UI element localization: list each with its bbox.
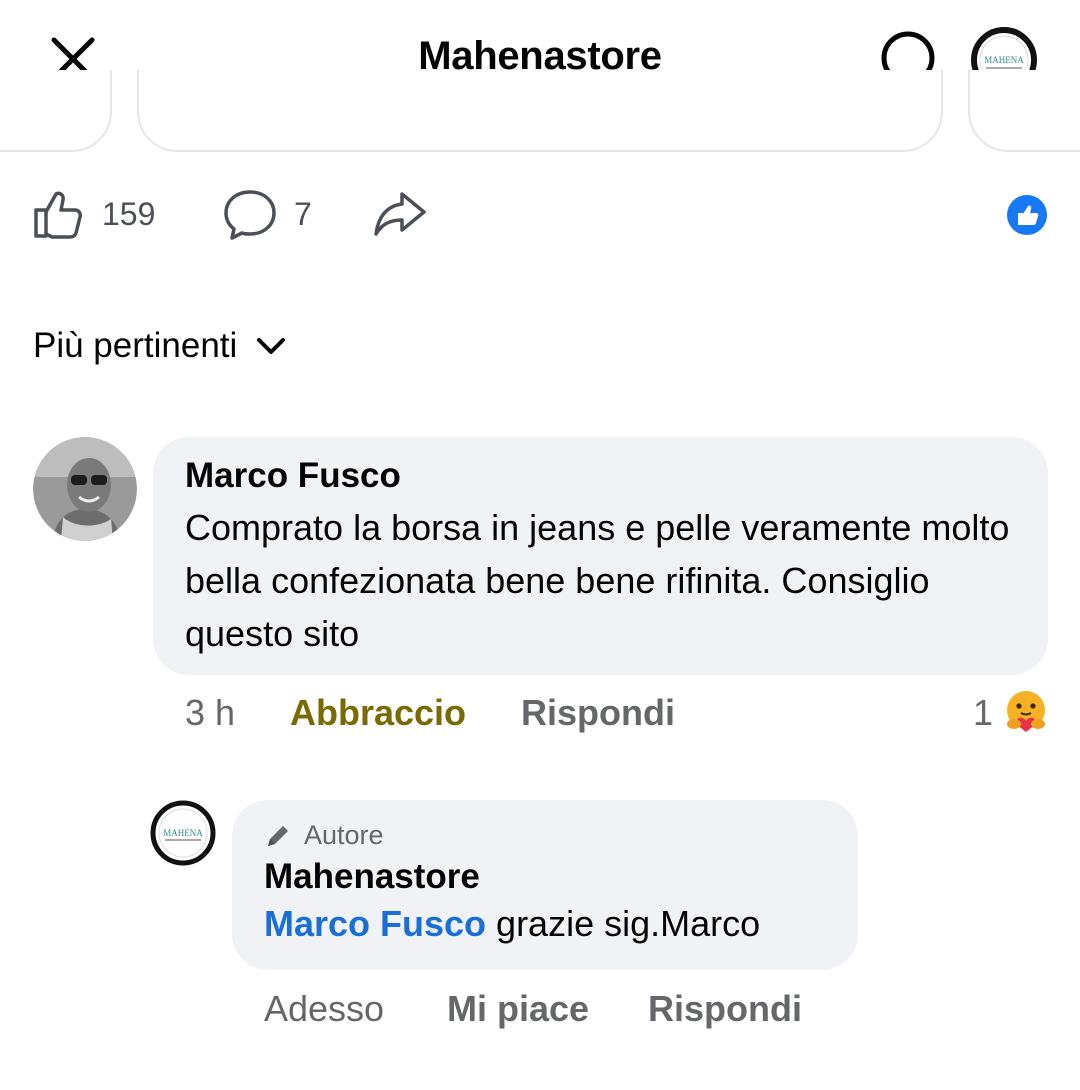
comment-timestamp[interactable]: 3 h [185,692,235,734]
comment-count: 7 [294,195,312,232]
user-avatar-photo [33,437,137,541]
svg-text:MAHENA: MAHENA [163,828,203,838]
care-reaction-badge[interactable] [1002,688,1050,736]
author-badge: Autore [264,820,826,851]
comment-text: Comprato la borsa in jeans e pelle veram… [185,507,1010,654]
mention-link[interactable]: Marco Fusco [264,903,486,944]
like-reply-button[interactable]: Mi piace [447,988,589,1030]
care-reaction-icon [1007,691,1045,732]
carousel-card-previous[interactable] [0,70,112,152]
care-reaction-button[interactable]: Abbraccio [290,692,466,734]
reply-body: grazie sig.Marco [486,903,761,944]
carousel-card-current[interactable] [137,70,943,152]
svg-text:MAHENA: MAHENA [984,55,1024,65]
like-button[interactable]: 159 [30,186,155,242]
sort-dropdown[interactable]: Più pertinenti [33,326,287,366]
share-icon [374,192,426,236]
author-badge-label: Autore [304,820,384,850]
chevron-down-icon [257,338,286,354]
like-count: 159 [102,195,156,232]
share-button[interactable] [370,186,430,242]
reaction-summary[interactable] [1006,194,1048,236]
pencil-icon [268,825,288,846]
mahenastore-logo-icon: MAHENA [150,800,216,866]
reply-author-name[interactable]: Mahenastore [264,855,826,899]
sort-label: Più pertinenti [33,326,238,365]
comment-bubble[interactable]: Marco Fusco Comprato la borsa in jeans e… [153,437,1048,675]
comment-icon [224,190,276,240]
reply-bubble[interactable]: Autore Mahenastore Marco Fusco grazie si… [232,800,858,970]
reply-text: Marco Fusco grazie sig.Marco [264,899,826,949]
reply-button[interactable]: Rispondi [521,692,675,734]
reply-to-reply-button[interactable]: Rispondi [648,988,802,1030]
reaction-count[interactable]: 1 [973,692,993,734]
thumbs-up-icon [34,191,82,239]
carousel-card-next[interactable] [968,70,1080,152]
avatar[interactable] [33,437,137,541]
comment-button[interactable]: 7 [222,186,312,242]
reply-timestamp[interactable]: Adesso [264,988,384,1030]
page-avatar[interactable]: MAHENA [150,800,216,866]
comment-author-name[interactable]: Marco Fusco [185,455,1016,497]
like-reaction-icon [1007,195,1047,235]
